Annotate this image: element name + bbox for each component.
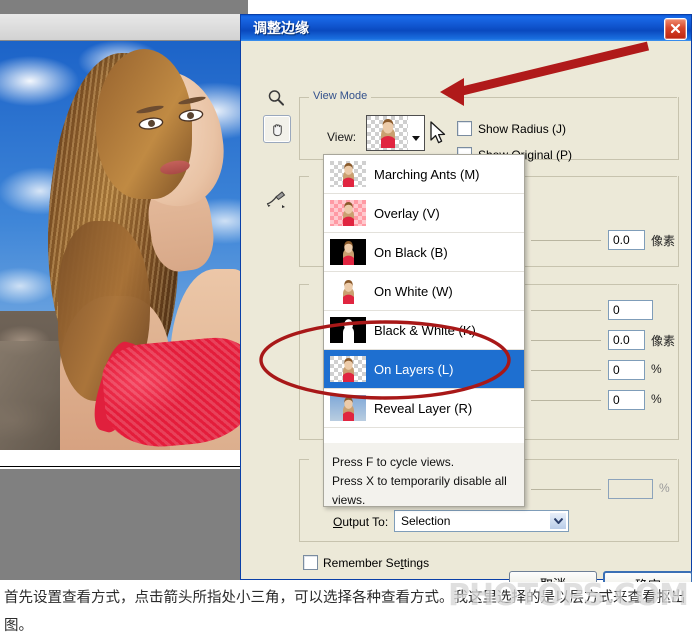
app-options-bar — [0, 14, 248, 41]
thumb-girl-icon — [343, 280, 354, 304]
output-to-value: Selection — [401, 514, 451, 528]
dropdown-label: Marching Ants (M) — [374, 166, 480, 182]
dropdown-label: On Black (B) — [374, 244, 448, 260]
decontaminate-unit: % — [659, 481, 670, 495]
app-canvas-background — [0, 468, 248, 580]
dropdown-item-marching-ants[interactable]: Marching Ants (M) — [324, 155, 524, 194]
dialog-body: View Mode View: Show Radius (J) Show Ori… — [241, 41, 692, 598]
thumb-girl-icon — [343, 397, 354, 421]
refine-radius-tool[interactable] — [263, 187, 289, 213]
show-radius-checkbox[interactable] — [457, 121, 472, 136]
view-swatch-thumbnail — [381, 119, 395, 148]
chevron-down-icon[interactable] — [549, 512, 567, 530]
remember-settings-label: Remember Settings — [323, 555, 430, 570]
thumb-girl-icon — [343, 163, 354, 187]
dropdown-label: Overlay (V) — [374, 205, 440, 221]
dropdown-item-black-and-white[interactable]: Black & White (K) — [324, 311, 524, 350]
shift-edge-slider-track[interactable] — [531, 400, 601, 401]
thumbnail-on-layers — [330, 356, 366, 382]
output-to-rest: utput To: — [342, 515, 389, 529]
magnifier-icon — [268, 90, 284, 106]
shift-edge-field[interactable]: 0 — [608, 390, 645, 410]
thumb-silhouette-icon — [343, 319, 354, 343]
thumb-girl-icon — [343, 202, 354, 226]
hint-disable-views: Press X to temporarily disable all views… — [332, 474, 507, 507]
dropdown-label: Reveal Layer (R) — [374, 400, 473, 416]
photo-bottom-edge — [0, 450, 246, 467]
app-titlebar — [0, 0, 248, 14]
remember-settings-checkbox[interactable] — [303, 555, 318, 570]
dropdown-label: On Layers (L) — [374, 361, 454, 377]
view-mode-group-title: View Mode — [309, 90, 372, 102]
background-app-window — [0, 0, 248, 580]
hint-cycle-views: Press F to cycle views. — [332, 455, 455, 469]
thumbnail-overlay — [330, 200, 366, 226]
caption-text: 首先设置查看方式，点击箭头所指处小三角，可以选择各种查看方式。我这里选择的是以层… — [0, 582, 692, 642]
dropdown-label: On White (W) — [374, 283, 453, 299]
output-to-select[interactable]: Selection — [394, 510, 569, 532]
refine-edge-dialog: 调整边缘 View Mode View: Show Radius (J) Sho… — [240, 14, 692, 598]
view-preview-swatch[interactable] — [366, 115, 410, 151]
radius-field[interactable]: 0.0 — [608, 230, 645, 250]
thumb-girl-icon — [343, 241, 354, 265]
view-dropdown-arrow[interactable] — [408, 115, 425, 151]
contrast-unit: % — [651, 362, 662, 376]
hand-icon — [272, 123, 282, 136]
feather-field[interactable]: 0.0 — [608, 330, 645, 350]
smooth-slider-track[interactable] — [531, 310, 601, 311]
thumb-girl-icon — [343, 358, 354, 382]
contrast-slider-track[interactable] — [531, 370, 601, 371]
dialog-titlebar[interactable]: 调整边缘 — [241, 15, 691, 41]
decontaminate-field[interactable] — [608, 479, 653, 499]
chevron-down-icon — [412, 136, 420, 141]
show-radius-checkbox-row[interactable]: Show Radius (J) — [457, 121, 566, 136]
view-mode-list[interactable]: Marching Ants (M) Overlay (V) On Black (… — [324, 155, 524, 443]
output-to-accel: O — [333, 515, 343, 529]
photo-red-bra — [99, 334, 246, 450]
contrast-field[interactable]: 0 — [608, 360, 645, 380]
dropdown-item-on-black[interactable]: On Black (B) — [324, 233, 524, 272]
zoom-tool[interactable] — [263, 85, 289, 111]
close-glyph — [670, 23, 681, 34]
chevron-glyph — [553, 518, 563, 524]
remember-settings-row[interactable]: Remember Settings — [303, 555, 429, 570]
dialog-title: 调整边缘 — [253, 21, 309, 37]
dropdown-hints: Press F to cycle views. Press X to tempo… — [324, 443, 524, 507]
thumbnail-on-black — [330, 239, 366, 265]
thumbnail-on-white — [330, 278, 366, 304]
thumbnail-black-and-white — [330, 317, 366, 343]
feather-unit: 像素 — [651, 334, 676, 348]
output-to-label: Output To: — [333, 515, 388, 529]
view-label: View: — [327, 130, 357, 144]
dropdown-item-on-layers[interactable]: On Layers (L) — [324, 350, 524, 389]
thumbnail-reveal-layer — [330, 395, 366, 421]
radius-unit: 像素 — [651, 234, 676, 248]
shift-edge-unit: % — [651, 392, 662, 406]
dropdown-item-reveal-layer[interactable]: Reveal Layer (R) — [324, 389, 524, 428]
thumbnail-marching-ants — [330, 161, 366, 187]
show-radius-label: Show Radius (J) — [478, 121, 567, 136]
document-photo — [0, 41, 246, 450]
dropdown-item-overlay[interactable]: Overlay (V) — [324, 194, 524, 233]
feather-slider-track[interactable] — [531, 340, 601, 341]
dropdown-item-on-white[interactable]: On White (W) — [324, 272, 524, 311]
close-icon[interactable] — [664, 18, 687, 40]
mouse-cursor-icon — [430, 121, 446, 144]
radius-slider-track[interactable] — [531, 240, 601, 241]
hand-tool[interactable] — [263, 115, 291, 143]
decontaminate-slider-track[interactable] — [531, 489, 601, 490]
dropdown-label: Black & White (K) — [374, 322, 476, 338]
view-mode-dropdown-popup[interactable]: Marching Ants (M) Overlay (V) On Black (… — [323, 154, 525, 507]
brush-icon — [266, 191, 286, 208]
smooth-field[interactable]: 0 — [608, 300, 653, 320]
